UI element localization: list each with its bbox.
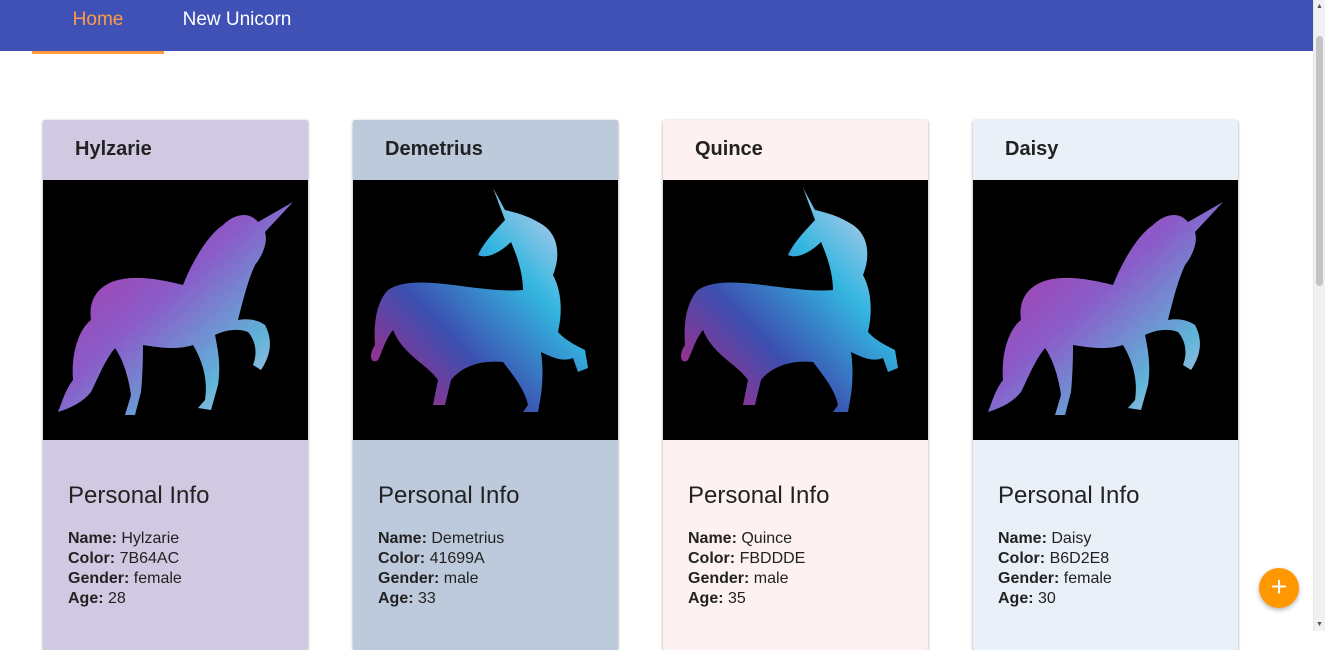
scroll-up-arrow-icon[interactable]: ▲ <box>1314 2 1325 12</box>
plus-icon: + <box>1270 571 1288 602</box>
tab-new-unicorn[interactable]: New Unicorn <box>166 0 308 40</box>
color-row: Color: 41699A <box>378 550 485 567</box>
gender-row: Gender: female <box>998 570 1112 587</box>
unicorn-image <box>353 180 618 440</box>
tab-home[interactable]: Home <box>32 0 164 40</box>
personal-info-heading: Personal Info <box>68 482 210 509</box>
name-row: Name: Quince <box>688 530 793 547</box>
unicorn-card[interactable]: Hylzarie Personal Info Name: Hylzarie Co… <box>43 120 308 650</box>
color-value: B6D2E8 <box>1049 550 1110 567</box>
name-value: Daisy <box>1051 530 1092 547</box>
color-value: 7B64AC <box>119 550 180 567</box>
card-title: Daisy <box>1005 138 1059 160</box>
add-unicorn-button[interactable]: + <box>1259 568 1299 608</box>
color-value: FBDDDE <box>739 550 806 567</box>
age-row: Age: 35 <box>688 590 746 607</box>
gender-value: male <box>753 570 789 587</box>
color-row: Color: B6D2E8 <box>998 550 1110 567</box>
name-row: Name: Hylzarie <box>68 530 180 547</box>
unicorn-image <box>973 180 1238 440</box>
app-bar: Home New Unicorn <box>0 0 1314 51</box>
scrollbar-thumb[interactable] <box>1316 36 1323 286</box>
active-tab-indicator <box>32 51 164 54</box>
color-row: Color: FBDDDE <box>688 550 806 567</box>
gender-row: Gender: male <box>688 570 789 587</box>
name-value: Quince <box>741 530 793 547</box>
gender-value: female <box>133 570 182 587</box>
age-row: Age: 33 <box>378 590 436 607</box>
name-value: Hylzarie <box>121 530 180 547</box>
name-value: Demetrius <box>431 530 505 547</box>
scroll-down-arrow-icon[interactable]: ▼ <box>1314 620 1325 630</box>
name-row: Name: Daisy <box>998 530 1092 547</box>
gender-value: male <box>443 570 479 587</box>
age-value: 33 <box>418 590 436 607</box>
name-row: Name: Demetrius <box>378 530 505 547</box>
gender-value: female <box>1063 570 1112 587</box>
age-value: 35 <box>728 590 746 607</box>
scrollbar[interactable]: ▲ ▼ <box>1313 0 1325 631</box>
card-title: Quince <box>695 138 763 160</box>
color-value: 41699A <box>429 550 485 567</box>
unicorn-card[interactable]: Demetrius Personal Info Name: Demetrius … <box>353 120 618 650</box>
age-value: 28 <box>108 590 126 607</box>
personal-info-heading: Personal Info <box>688 482 830 509</box>
unicorn-card[interactable]: Daisy Personal Info Name: Daisy Color: B… <box>973 120 1238 650</box>
gender-row: Gender: male <box>378 570 479 587</box>
color-row: Color: 7B64AC <box>68 550 180 567</box>
card-title: Hylzarie <box>75 138 152 160</box>
age-row: Age: 30 <box>998 590 1056 607</box>
personal-info-heading: Personal Info <box>998 482 1140 509</box>
card-title: Demetrius <box>385 138 483 160</box>
age-row: Age: 28 <box>68 590 126 607</box>
gender-row: Gender: female <box>68 570 182 587</box>
unicorn-image <box>43 180 308 440</box>
unicorn-image <box>663 180 928 440</box>
unicorn-card[interactable]: Quince Personal Info Name: Quince Color:… <box>663 120 928 650</box>
age-value: 30 <box>1038 590 1056 607</box>
personal-info-heading: Personal Info <box>378 482 520 509</box>
